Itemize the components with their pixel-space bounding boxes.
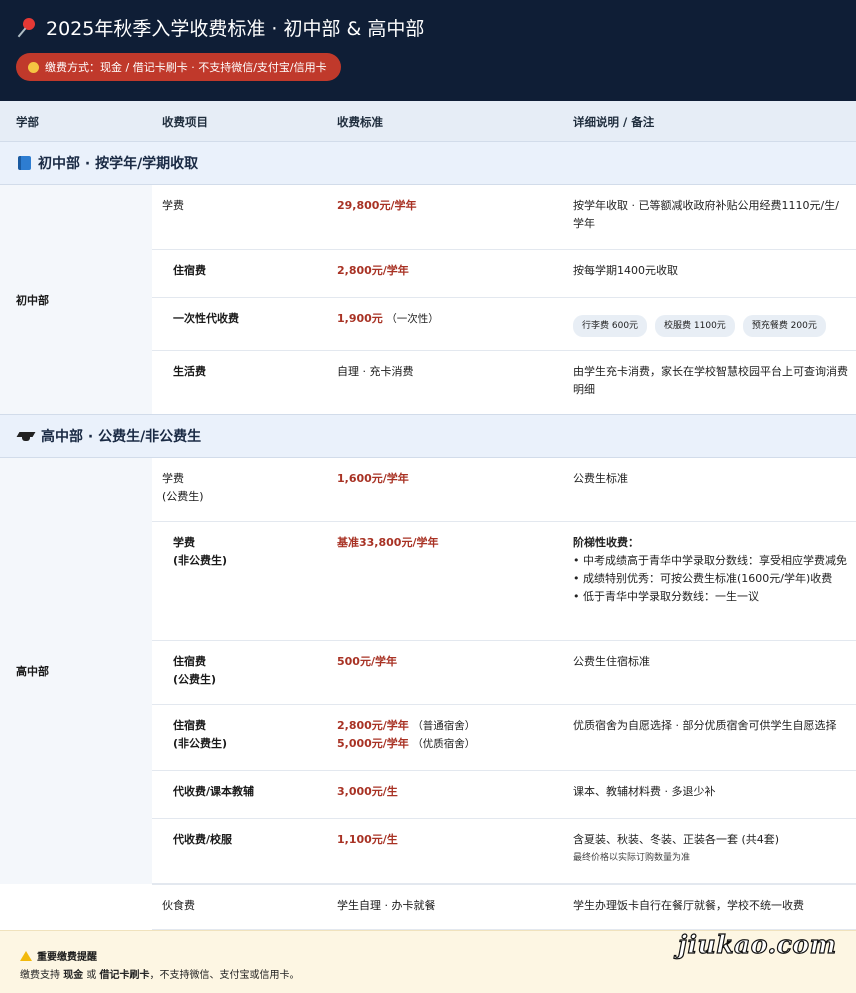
- table-header: 学部 收费项目 收费标准 详细说明 / 备注: [0, 101, 856, 142]
- fee-standard: 3,000元/生: [337, 785, 398, 798]
- fee-note: 课本、教辅材料费 · 多退少补: [573, 785, 716, 798]
- fee-standard: 2,800元/学年 （普通宿舍） 5,000元/学年 （优质宿舍）: [337, 719, 476, 750]
- col-header-note: 详细说明 / 备注: [573, 115, 655, 129]
- fee-item: 住宿费: [173, 264, 206, 277]
- table-row: 学费 (非公费生) 基准33,800元/学年 阶梯性收费： • 中考成绩高于青华…: [152, 522, 856, 641]
- fee-note: 按学年收取 · 已等额减收政府补贴公用经费1110元/生/学年: [573, 199, 839, 230]
- fee-standard: 1,100元/生: [337, 833, 398, 846]
- fee-standard: 500元/学年: [337, 655, 397, 668]
- table-row: 代收费/课本教辅 3,000元/生 课本、教辅材料费 · 多退少补: [152, 771, 856, 819]
- money-bag-icon: [28, 61, 39, 73]
- fee-note: 按每学期1400元收取: [573, 264, 678, 277]
- table-row: 学费 (公费生) 1,600元/学年 公费生标准: [152, 458, 856, 522]
- fee-tag: 预充餐费 200元: [742, 315, 826, 337]
- fee-item: 学费 (公费生): [162, 472, 204, 503]
- fee-standard: 1,900元 （一次性）: [337, 312, 439, 325]
- pushpin-icon: [18, 17, 38, 39]
- reminder-title: 重要缴费提醒: [20, 948, 97, 963]
- fee-item: 伙食费: [162, 899, 195, 912]
- fee-standard: 1,600元/学年: [337, 472, 409, 485]
- table-row: 伙食费 学生自理 · 办卡就餐 学生办理饭卡自行在餐厅就餐，学校不统一收费: [152, 884, 856, 930]
- fee-note: 行李费 600元 校服费 1100元 预充餐费 200元: [573, 310, 849, 337]
- dept-cell-senior: 高中部: [0, 458, 152, 884]
- fee-standard: 自理 · 充卡消费: [337, 365, 414, 378]
- fee-tag: 行李费 600元: [573, 315, 648, 337]
- fee-item: 学费 (非公费生): [173, 536, 228, 567]
- page-title: 2025年秋季入学收费标准 · 初中部 & 高中部: [18, 14, 424, 41]
- fee-standard: 学生自理 · 办卡就餐: [337, 899, 436, 912]
- section-junior: 初中部 · 按学年/学期收取: [0, 141, 856, 185]
- table-row: 一次性代收费 1,900元 （一次性） 行李费 600元 校服费 1100元 预…: [152, 298, 856, 351]
- table-row: 住宿费 (公费生) 500元/学年 公费生住宿标准: [152, 641, 856, 705]
- col-header-dept: 学部: [16, 115, 39, 129]
- dept-cell-junior: 初中部: [0, 185, 152, 414]
- page-header: 2025年秋季入学收费标准 · 初中部 & 高中部 缴费方式：现金 / 借记卡刷…: [0, 0, 856, 101]
- table-row: 住宿费 2,800元/学年 按每学期1400元收取: [152, 250, 856, 298]
- fee-note: 公费生标准: [573, 472, 628, 485]
- table-row: 学费 29,800元/学年 按学年收取 · 已等额减收政府补贴公用经费1110元…: [152, 185, 856, 250]
- fee-standard: 29,800元/学年: [337, 199, 417, 212]
- fee-standard: 2,800元/学年: [337, 264, 409, 277]
- warning-icon: [20, 950, 32, 961]
- fee-note: 由学生充卡消费，家长在学校智慧校园平台上可查询消费明细: [573, 365, 848, 396]
- fee-item: 一次性代收费: [173, 312, 239, 325]
- fee-item: 生活费: [173, 365, 206, 378]
- fee-note: 含夏装、秋装、冬装、正装各一套 (共4套) 最终价格以实际订购数量为准: [573, 833, 780, 863]
- fee-item: 代收费/课本教辅: [173, 785, 255, 798]
- fee-standard: 基准33,800元/学年: [337, 536, 439, 549]
- fee-item: 住宿费 (非公费生): [173, 719, 228, 750]
- col-header-standard: 收费标准: [337, 115, 383, 129]
- fee-tag: 校服费 1100元: [655, 315, 735, 337]
- site-watermark: jiukao.com: [677, 929, 837, 959]
- fee-item: 住宿费 (公费生): [173, 655, 217, 686]
- fee-note: 阶梯性收费： • 中考成绩高于青华中学录取分数线：享受相应学费减免 • 成绩特别…: [573, 536, 847, 603]
- table-row: 住宿费 (非公费生) 2,800元/学年 （普通宿舍） 5,000元/学年 （优…: [152, 705, 856, 771]
- fee-note: 公费生住宿标准: [573, 655, 650, 668]
- table-row: 代收费/校服 1,100元/生 含夏装、秋装、冬装、正装各一套 (共4套) 最终…: [152, 819, 856, 884]
- reminder-text: 缴费支持 现金 或 借记卡刷卡，不支持微信、支付宝或信用卡。: [20, 970, 300, 981]
- graduation-cap-icon: [18, 430, 34, 442]
- fee-note: 学生办理饭卡自行在餐厅就餐，学校不统一收费: [573, 899, 804, 912]
- col-header-item: 收费项目: [162, 115, 208, 129]
- fee-tags: 行李费 600元 校服费 1100元 预充餐费 200元: [573, 315, 849, 337]
- book-icon: [18, 156, 31, 170]
- fee-note: 优质宿舍为自愿选择 · 部分优质宿舍可供学生自愿选择: [573, 719, 837, 732]
- fee-item: 学费: [162, 199, 184, 212]
- fee-item: 代收费/校服: [173, 833, 233, 846]
- table-row: 生活费 自理 · 充卡消费 由学生充卡消费，家长在学校智慧校园平台上可查询消费明…: [152, 351, 856, 415]
- section-senior: 高中部 · 公费生/非公费生: [0, 414, 856, 458]
- payment-method-badge: 缴费方式：现金 / 借记卡刷卡 · 不支持微信/支付宝/信用卡: [16, 53, 341, 81]
